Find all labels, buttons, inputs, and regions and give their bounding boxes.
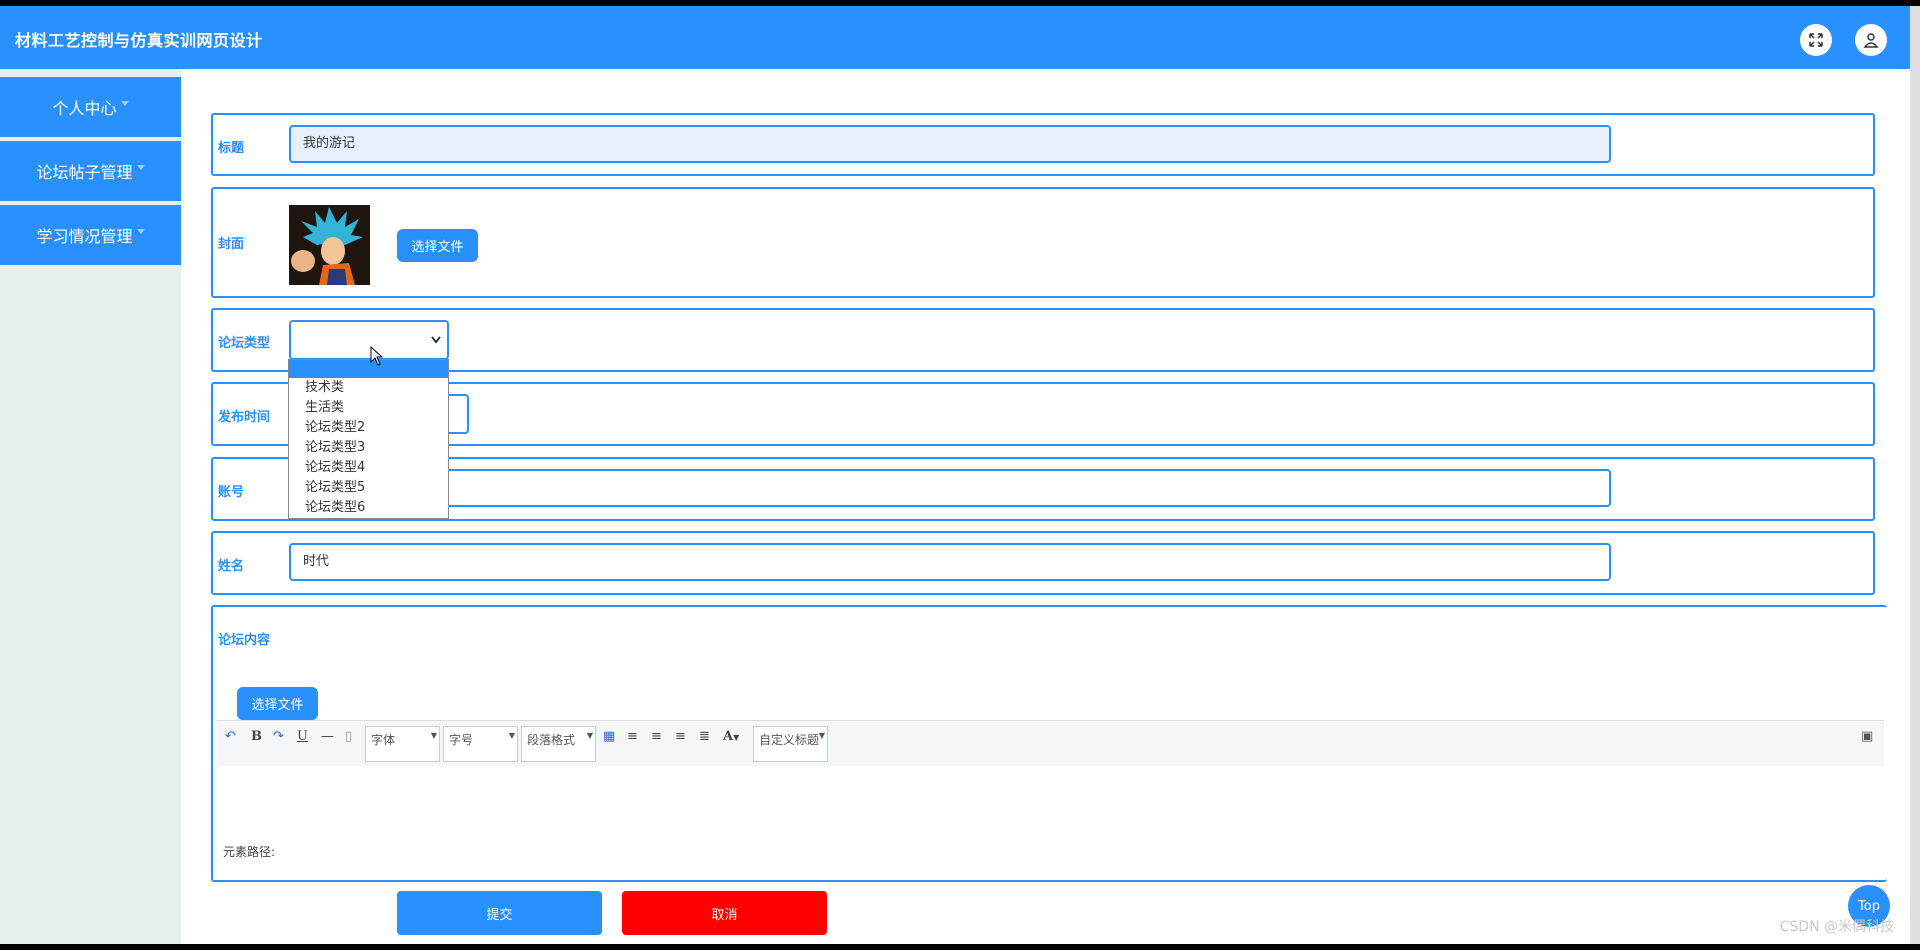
horizontal-rule-icon[interactable]: —	[321, 729, 334, 744]
title-input[interactable]: 我的游记	[289, 125, 1611, 163]
sidebar-item-forum-posts[interactable]: 论坛帖子管理	[0, 141, 181, 201]
element-path: 元素路径:	[217, 841, 1884, 863]
app-window: 材料工艺控制与仿真实训网页设计 个人中心 论坛帖子管理 学习情况管理 标题 我的…	[0, 6, 1910, 944]
name-input[interactable]: 时代	[289, 543, 1611, 581]
underline-icon[interactable]: U	[297, 729, 308, 744]
font-color-glyph: A	[723, 729, 734, 744]
custom-title-select[interactable]: 自定义标题 ▼	[753, 726, 828, 762]
type-option[interactable]	[289, 360, 448, 378]
fullscreen-editor-icon[interactable]: ▣	[1861, 729, 1873, 744]
table-icon[interactable]: ▦	[603, 729, 615, 744]
sidebar-item-label: 论坛帖子管理	[36, 163, 133, 182]
align-left-icon[interactable]: ≡	[627, 729, 638, 744]
font-family-select[interactable]: 字体 ▼	[365, 726, 440, 762]
cover-choose-file-button[interactable]: 选择文件	[397, 229, 478, 262]
caret-down-icon: ▼	[586, 731, 593, 740]
name-row: 姓名 时代	[211, 531, 1875, 595]
type-option[interactable]: 技术类	[289, 378, 448, 398]
type-dropdown-list: 技术类 生活类 论坛类型2 论坛类型3 论坛类型4 论坛类型5 论坛类型6	[288, 359, 449, 519]
caret-down-icon: ▼	[430, 731, 437, 740]
watermark: CSDN @米偶科技	[1779, 919, 1894, 935]
time-label: 发布时间	[218, 410, 271, 425]
align-justify-icon[interactable]: ≣	[699, 729, 710, 744]
app-title: 材料工艺控制与仿真实训网页设计	[15, 31, 263, 50]
cancel-button[interactable]: 取消	[622, 891, 827, 935]
font-size-select[interactable]: 字号 ▼	[443, 726, 518, 762]
user-icon[interactable]	[1855, 24, 1887, 56]
content-label: 论坛内容	[218, 633, 271, 648]
content-row: 论坛内容 选择文件 ↶ B ↷ U — ▯ 字体 ▼ 字号 ▼ 段落格式 ▼ ▦ ≡ …	[211, 605, 1887, 882]
page-scrollbar[interactable]	[1910, 6, 1920, 944]
type-option[interactable]: 论坛类型3	[289, 438, 448, 458]
caret-down-icon: ▼	[818, 731, 825, 740]
name-label: 姓名	[218, 559, 245, 574]
fullscreen-icon[interactable]	[1800, 24, 1832, 56]
submit-button[interactable]: 提交	[397, 891, 602, 935]
account-row: 账号	[211, 457, 1875, 521]
type-row: 论坛类型	[211, 308, 1875, 372]
chevron-down-icon	[431, 336, 441, 344]
type-option[interactable]: 论坛类型4	[289, 458, 448, 478]
chevron-down-icon	[136, 228, 145, 234]
document-icon[interactable]: ▯	[345, 729, 352, 744]
cover-image	[289, 205, 370, 285]
editor-content-area[interactable]	[217, 766, 1884, 842]
custom-title-label: 自定义标题	[759, 733, 820, 747]
caret-down-icon: ▼	[508, 731, 515, 740]
type-option[interactable]: 论坛类型6	[289, 498, 448, 518]
account-label: 账号	[218, 485, 245, 500]
type-option[interactable]: 生活类	[289, 398, 448, 418]
redo-icon[interactable]: ↷	[273, 729, 284, 744]
header-bar: 材料工艺控制与仿真实训网页设计	[0, 6, 1910, 69]
mouse-cursor-icon	[370, 346, 384, 366]
content-choose-file-button[interactable]: 选择文件	[237, 687, 318, 720]
font-select-label: 字体	[371, 733, 396, 747]
size-select-label: 字号	[449, 733, 474, 747]
title-label: 标题	[218, 141, 245, 156]
format-select-label: 段落格式	[527, 733, 576, 747]
sidebar-item-personal-center[interactable]: 个人中心	[0, 77, 181, 137]
type-option[interactable]: 论坛类型2	[289, 418, 448, 438]
paragraph-format-select[interactable]: 段落格式 ▼	[521, 726, 596, 762]
sidebar-item-label: 学习情况管理	[36, 227, 133, 246]
editor-toolbar: ↶ B ↷ U — ▯ 字体 ▼ 字号 ▼ 段落格式 ▼ ▦ ≡ ≡ ≡ ≣ A▼ 自…	[217, 720, 1884, 768]
sidebar-item-label: 个人中心	[52, 99, 117, 118]
undo-icon[interactable]: ↶	[225, 729, 236, 744]
bold-icon[interactable]: B	[251, 729, 262, 744]
type-option[interactable]: 论坛类型5	[289, 478, 448, 498]
align-right-icon[interactable]: ≡	[651, 729, 662, 744]
time-row: 发布时间	[211, 382, 1875, 446]
align-center-icon[interactable]: ≡	[675, 729, 686, 744]
type-label: 论坛类型	[218, 336, 271, 351]
font-color-icon[interactable]: A▼	[723, 729, 739, 744]
account-input[interactable]	[289, 469, 1611, 507]
chevron-down-icon	[136, 164, 145, 170]
sidebar: 个人中心 论坛帖子管理 学习情况管理	[0, 69, 181, 944]
cover-label: 封面	[218, 237, 245, 252]
title-row: 标题 我的游记	[211, 113, 1875, 176]
cover-row: 封面 选择文件	[211, 187, 1875, 298]
type-select[interactable]	[289, 320, 449, 360]
chevron-down-icon	[120, 100, 129, 106]
sidebar-item-study-status[interactable]: 学习情况管理	[0, 205, 181, 265]
